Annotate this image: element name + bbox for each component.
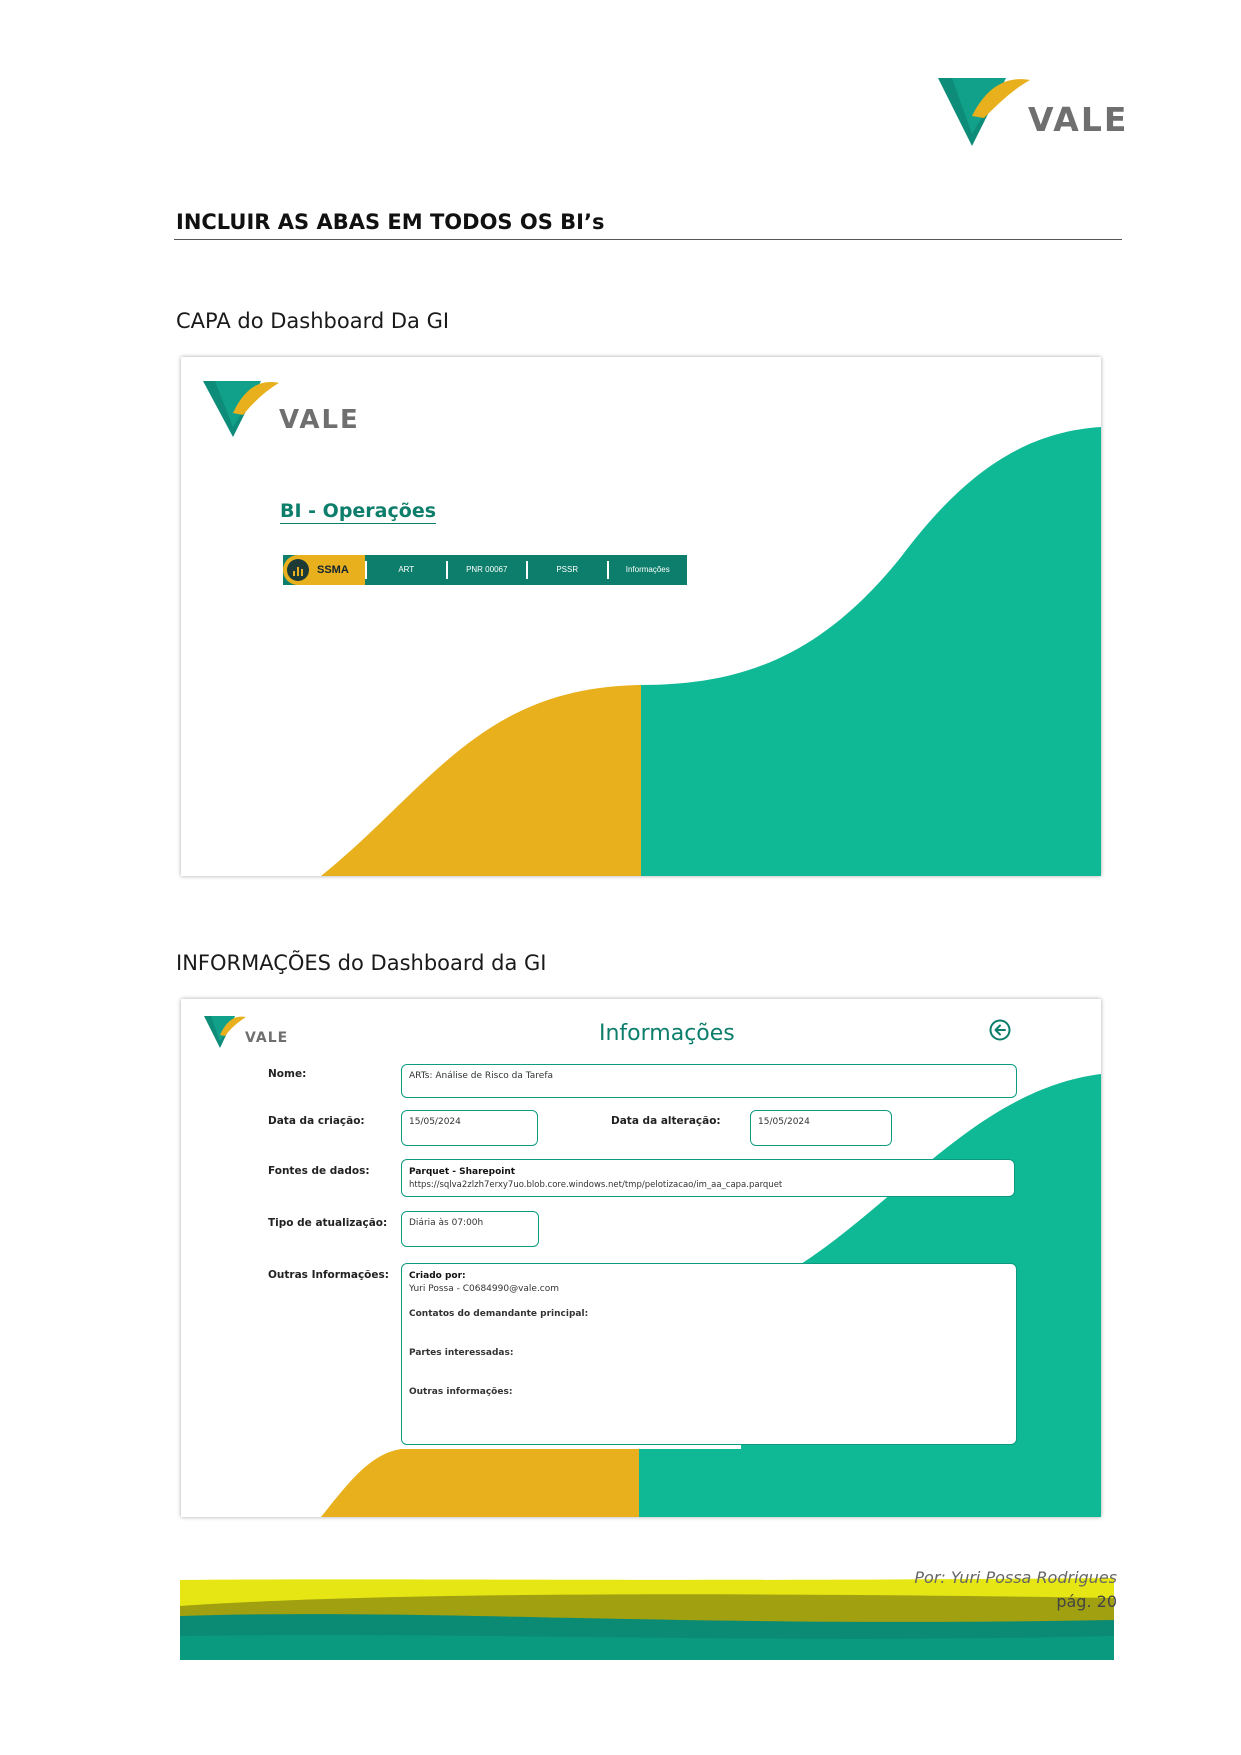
info-logo: VALE <box>203 1015 303 1049</box>
tab-pssr[interactable]: PSSR <box>526 561 607 579</box>
fontes-url: https://sqlva2zlzh7erxy7uo.blob.core.win… <box>409 1180 783 1190</box>
footer-page: pág. 20 <box>1056 1592 1117 1611</box>
cover-tab-bar: SSMA ART PNR 00067 PSSR Informações <box>283 555 687 585</box>
footer-author: Por: Yuri Possa Rodrigues <box>914 1568 1117 1587</box>
cover-logo-text: VALE <box>279 405 360 435</box>
fontes-field[interactable]: Parquet - Sharepoint https://sqlva2zlzh7… <box>401 1159 1015 1197</box>
section-label-cover: CAPA do Dashboard Da GI <box>176 309 450 333</box>
vale-logo: VALE <box>932 76 1126 148</box>
cover-screenshot: VALE BI - Operações SSMA ART PNR 00067 P… <box>181 357 1101 876</box>
fontes-title: Parquet - Sharepoint <box>409 1167 516 1177</box>
data-alteracao-field[interactable]: 15/05/2024 <box>750 1110 892 1146</box>
info-screenshot: VALE Informações Nome: ARTs: Análise de … <box>181 999 1101 1517</box>
nome-value: ARTs: Análise de Risco da Tarefa <box>409 1071 554 1081</box>
tab-art[interactable]: ART <box>365 561 446 579</box>
tab-ssma-label: SSMA <box>317 564 349 576</box>
heading-underline <box>174 239 1122 240</box>
nome-field[interactable]: ARTs: Análise de Risco da Tarefa <box>401 1064 1017 1098</box>
tab-informacoes[interactable]: Informações <box>606 561 688 579</box>
cover-title: BI - Operações <box>280 500 437 524</box>
section-label-info: INFORMAÇÕES do Dashboard da GI <box>176 951 547 975</box>
tipo-value: Diária às 07:00h <box>409 1218 484 1228</box>
nome-label: Nome: <box>268 1068 307 1080</box>
criado-por-label: Criado por: <box>409 1271 466 1281</box>
vale-logo-mark-icon <box>938 78 1030 146</box>
info-title: Informações <box>599 1021 735 1046</box>
outras-info-label: Outras informações: <box>409 1387 513 1397</box>
back-arrow-circle-icon[interactable] <box>989 1019 1011 1041</box>
data-alteracao-value: 15/05/2024 <box>758 1117 810 1127</box>
criado-por-value: Yuri Possa - C0684990@vale.com <box>409 1284 560 1294</box>
cover-logo-mark-icon <box>203 381 279 437</box>
tab-pnr[interactable]: PNR 00067 <box>445 561 527 579</box>
contatos-label: Contatos do demandante principal: <box>409 1309 589 1319</box>
tab-ssma[interactable]: SSMA <box>283 555 365 585</box>
data-alteracao-label: Data da alteração: <box>611 1115 721 1127</box>
info-logo-mark-icon <box>204 1016 246 1048</box>
partes-label: Partes interessadas: <box>409 1348 514 1358</box>
data-criacao-field[interactable]: 15/05/2024 <box>401 1110 538 1146</box>
document-heading: INCLUIR AS ABAS EM TODOS OS BI’s <box>176 210 605 234</box>
outras-label: Outras Informações: <box>268 1269 389 1281</box>
tipo-field[interactable]: Diária às 07:00h <box>401 1211 539 1247</box>
tipo-label: Tipo de atualização: <box>268 1217 388 1229</box>
bar-chart-icon <box>287 559 309 581</box>
footer-waves <box>180 1578 1114 1660</box>
outras-field[interactable]: Criado por: Yuri Possa - C0684990@vale.c… <box>401 1263 1017 1445</box>
cover-logo: VALE <box>201 379 361 439</box>
data-criacao-label: Data da criação: <box>268 1115 365 1127</box>
vale-logo-text: VALE <box>1028 100 1129 139</box>
fontes-label: Fontes de dados: <box>268 1165 370 1177</box>
data-criacao-value: 15/05/2024 <box>409 1117 461 1127</box>
info-logo-text: VALE <box>245 1030 289 1046</box>
